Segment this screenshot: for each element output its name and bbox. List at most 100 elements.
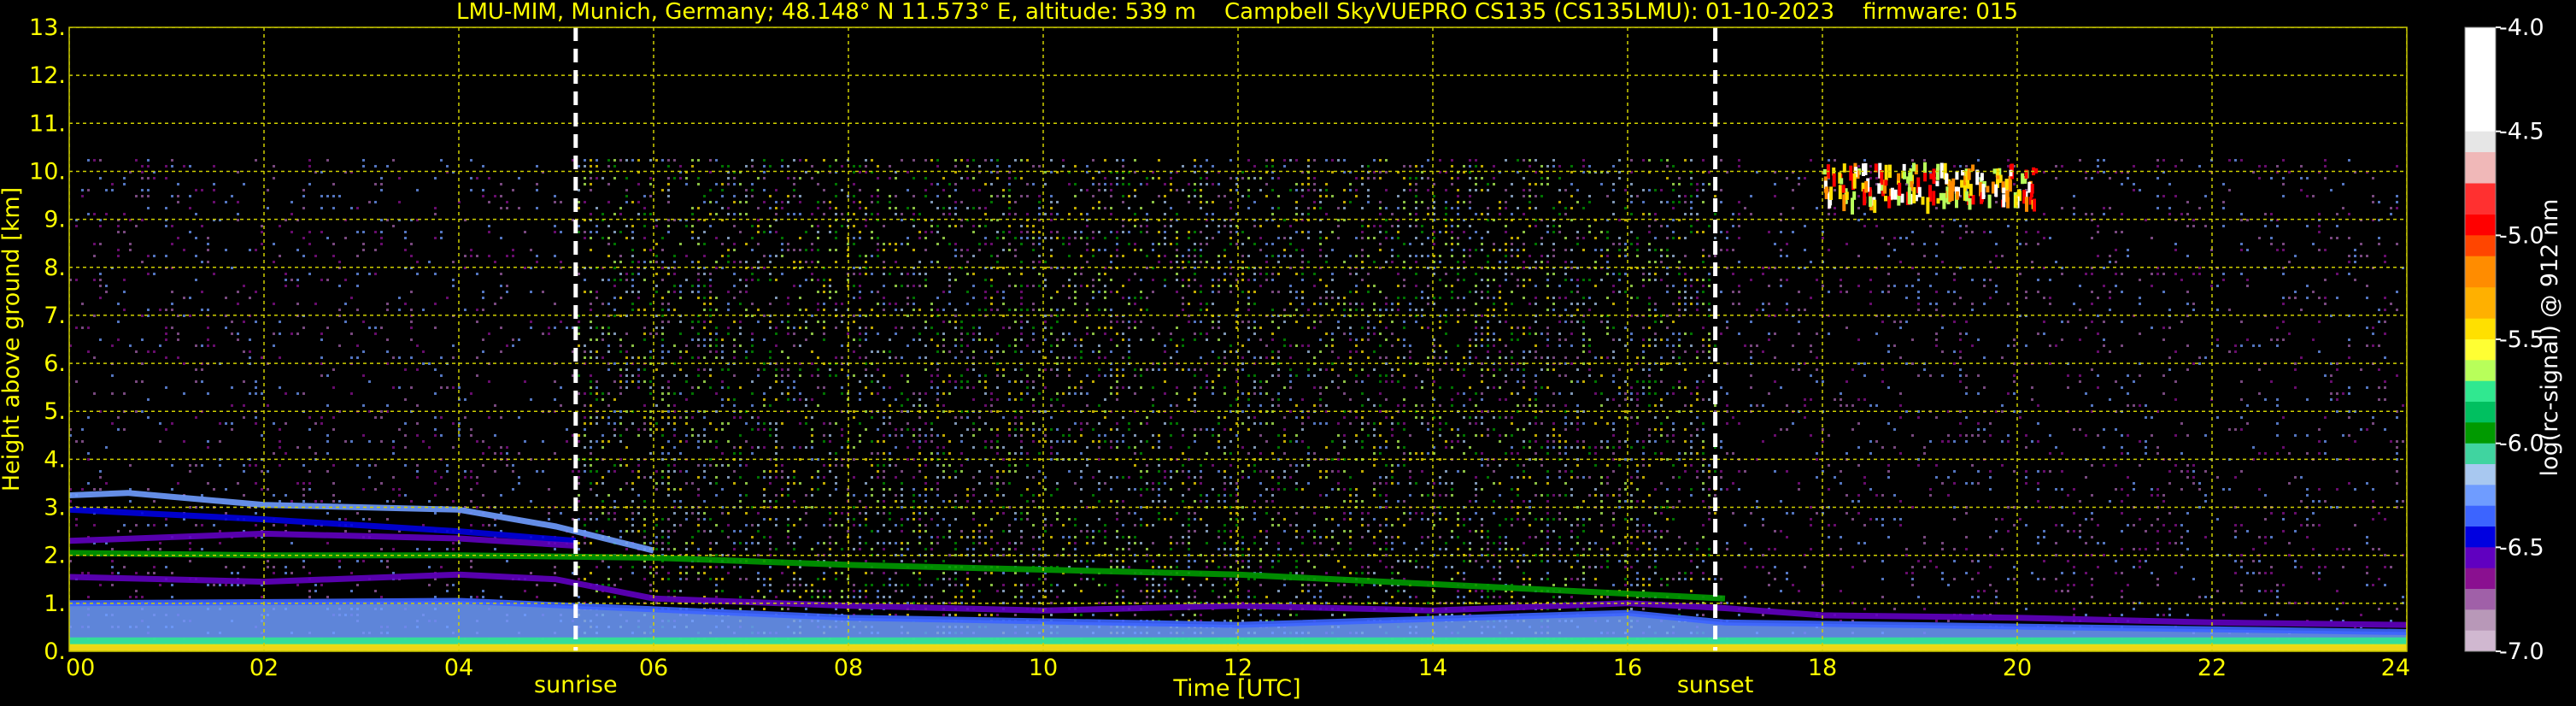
cloud-pixel [1877, 183, 1881, 194]
cloud-pixel [1955, 171, 1959, 180]
cloud-pixel [1994, 184, 1998, 197]
cloud-pixel [1880, 170, 1884, 185]
x-tick-label: 24 [2381, 655, 2410, 681]
cloud-pixel [2033, 198, 2036, 212]
cloud-pixel [1884, 164, 1888, 181]
colorbar-segment [2465, 422, 2496, 444]
cloud-pixel [1851, 197, 1854, 215]
x-tick-label: 18 [1808, 655, 1837, 681]
cloud-pixel [1951, 178, 1956, 185]
cloud-pixel [1926, 197, 1930, 215]
cloud-pixel [1992, 168, 1997, 174]
colorbar-segment [2465, 152, 2496, 184]
cloud-pixel [1840, 178, 1844, 185]
cloud-pixel [1863, 163, 1868, 175]
colorbar-segment [2465, 609, 2496, 632]
cloud-pixel [2002, 187, 2006, 194]
y-tick-label: 2. [44, 543, 66, 569]
cloud-pixel [1981, 184, 1986, 199]
cloud-pixel [1902, 163, 1906, 171]
colorbar-segment [2465, 183, 2496, 215]
cloud-pixel [1971, 164, 1975, 172]
cloud-pixel [1932, 191, 1936, 206]
cloud-pixel [1942, 192, 1946, 209]
cloud-pixel [1980, 173, 1984, 181]
y-axis-label: Height above ground [km] [0, 187, 25, 491]
colorbar-segment [2465, 235, 2496, 257]
colorbar-segment [2465, 131, 2496, 153]
y-tick-label: 8. [44, 255, 66, 281]
y-tick-label: 9. [44, 207, 66, 233]
cloud-pixel [2002, 194, 2006, 208]
cloud-pixel [2025, 197, 2028, 212]
cloud-pixel [1960, 179, 1964, 188]
cloud-pixel [1968, 197, 1972, 210]
sun-event-label: sunrise [534, 672, 618, 698]
cloud-pixel [1898, 182, 1902, 197]
y-tick-label: 1. [44, 591, 66, 617]
cloud-pixel [1987, 194, 1992, 209]
cloud-pixel [1967, 168, 1971, 180]
cloud-pixel [2029, 191, 2033, 197]
cloud-pixel [1945, 173, 1949, 185]
cloud-pixel [1852, 173, 1857, 189]
cloud-pixel [1948, 191, 1952, 203]
colorbar-segment [2465, 287, 2496, 320]
cloud-pixel [1897, 173, 1901, 181]
sun-event-label: sunset [1677, 672, 1754, 698]
cloud-pixel [1829, 186, 1834, 200]
plot-area [69, 27, 2407, 651]
cloud-pixel [1939, 162, 1944, 179]
y-tick-label: 10. [29, 158, 66, 185]
colorbar-tick-label: -7.0 [2499, 638, 2544, 665]
cloud-pixel [2006, 197, 2010, 209]
colorbar-tick-label: -4.0 [2499, 15, 2544, 41]
chart-title: LMU-MIM, Munich, Germany; 48.148° N 11.5… [456, 0, 2018, 25]
x-tick-label: 06 [639, 655, 668, 681]
colorbar-segment [2465, 256, 2496, 288]
cloud-pixel [1873, 199, 1877, 214]
cloud-pixel [1906, 176, 1910, 184]
cloud-pixel [1825, 186, 1829, 194]
x-tick-label: 08 [834, 655, 863, 681]
cloud-pixel [1893, 189, 1898, 200]
cloud-pixel [1884, 196, 1887, 202]
cloud-pixel [1832, 174, 1836, 187]
cloud-pixel [1921, 197, 1925, 205]
y-tick-label: 0. [44, 638, 66, 665]
colorbar-segment [2465, 630, 2496, 652]
cloud-pixel [1838, 185, 1842, 200]
cloud-pixel [1907, 187, 1911, 205]
cloud-pixel [1986, 185, 1990, 193]
colorbar-segment [2465, 380, 2496, 403]
cloud-pixel [1929, 174, 1933, 179]
colorbar-segment [2465, 505, 2496, 527]
colorbar-tick-label: -6.5 [2499, 534, 2544, 561]
colorbar-label: log(rc-signal) @ 912 nm [2537, 199, 2563, 477]
cloud-pixel [1912, 162, 1916, 172]
cloud-pixel [1842, 163, 1846, 173]
y-tick-label: 5. [44, 398, 66, 425]
colorbar-segment [2465, 318, 2496, 340]
cloud-pixel [1842, 194, 1846, 212]
cloud-pixel [1903, 171, 1906, 179]
cloud-pixel [1887, 196, 1892, 209]
cloud-pixel [1935, 180, 1939, 186]
cloud-pixel [1890, 187, 1894, 200]
cloud-pixel [1936, 197, 1940, 204]
colorbar-segment [2465, 215, 2496, 236]
colorbar-segment [2465, 527, 2496, 548]
x-tick-label: 14 [1418, 655, 1447, 681]
y-tick-label: 13. [29, 15, 66, 41]
x-tick-label: 10 [1029, 655, 1058, 681]
x-tick-label: 00 [66, 655, 95, 681]
cloud-pixel [1971, 195, 1975, 205]
y-tick-label: 12. [29, 62, 66, 89]
cloud-pixel [2009, 164, 2013, 170]
cloud-pixel [1917, 186, 1922, 197]
colorbar-segment [2465, 27, 2496, 132]
cloud-pixel [1845, 191, 1849, 200]
y-tick-label: 6. [44, 350, 66, 377]
cloud-pixel [2030, 184, 2034, 194]
cloud-pixel [1935, 168, 1939, 180]
